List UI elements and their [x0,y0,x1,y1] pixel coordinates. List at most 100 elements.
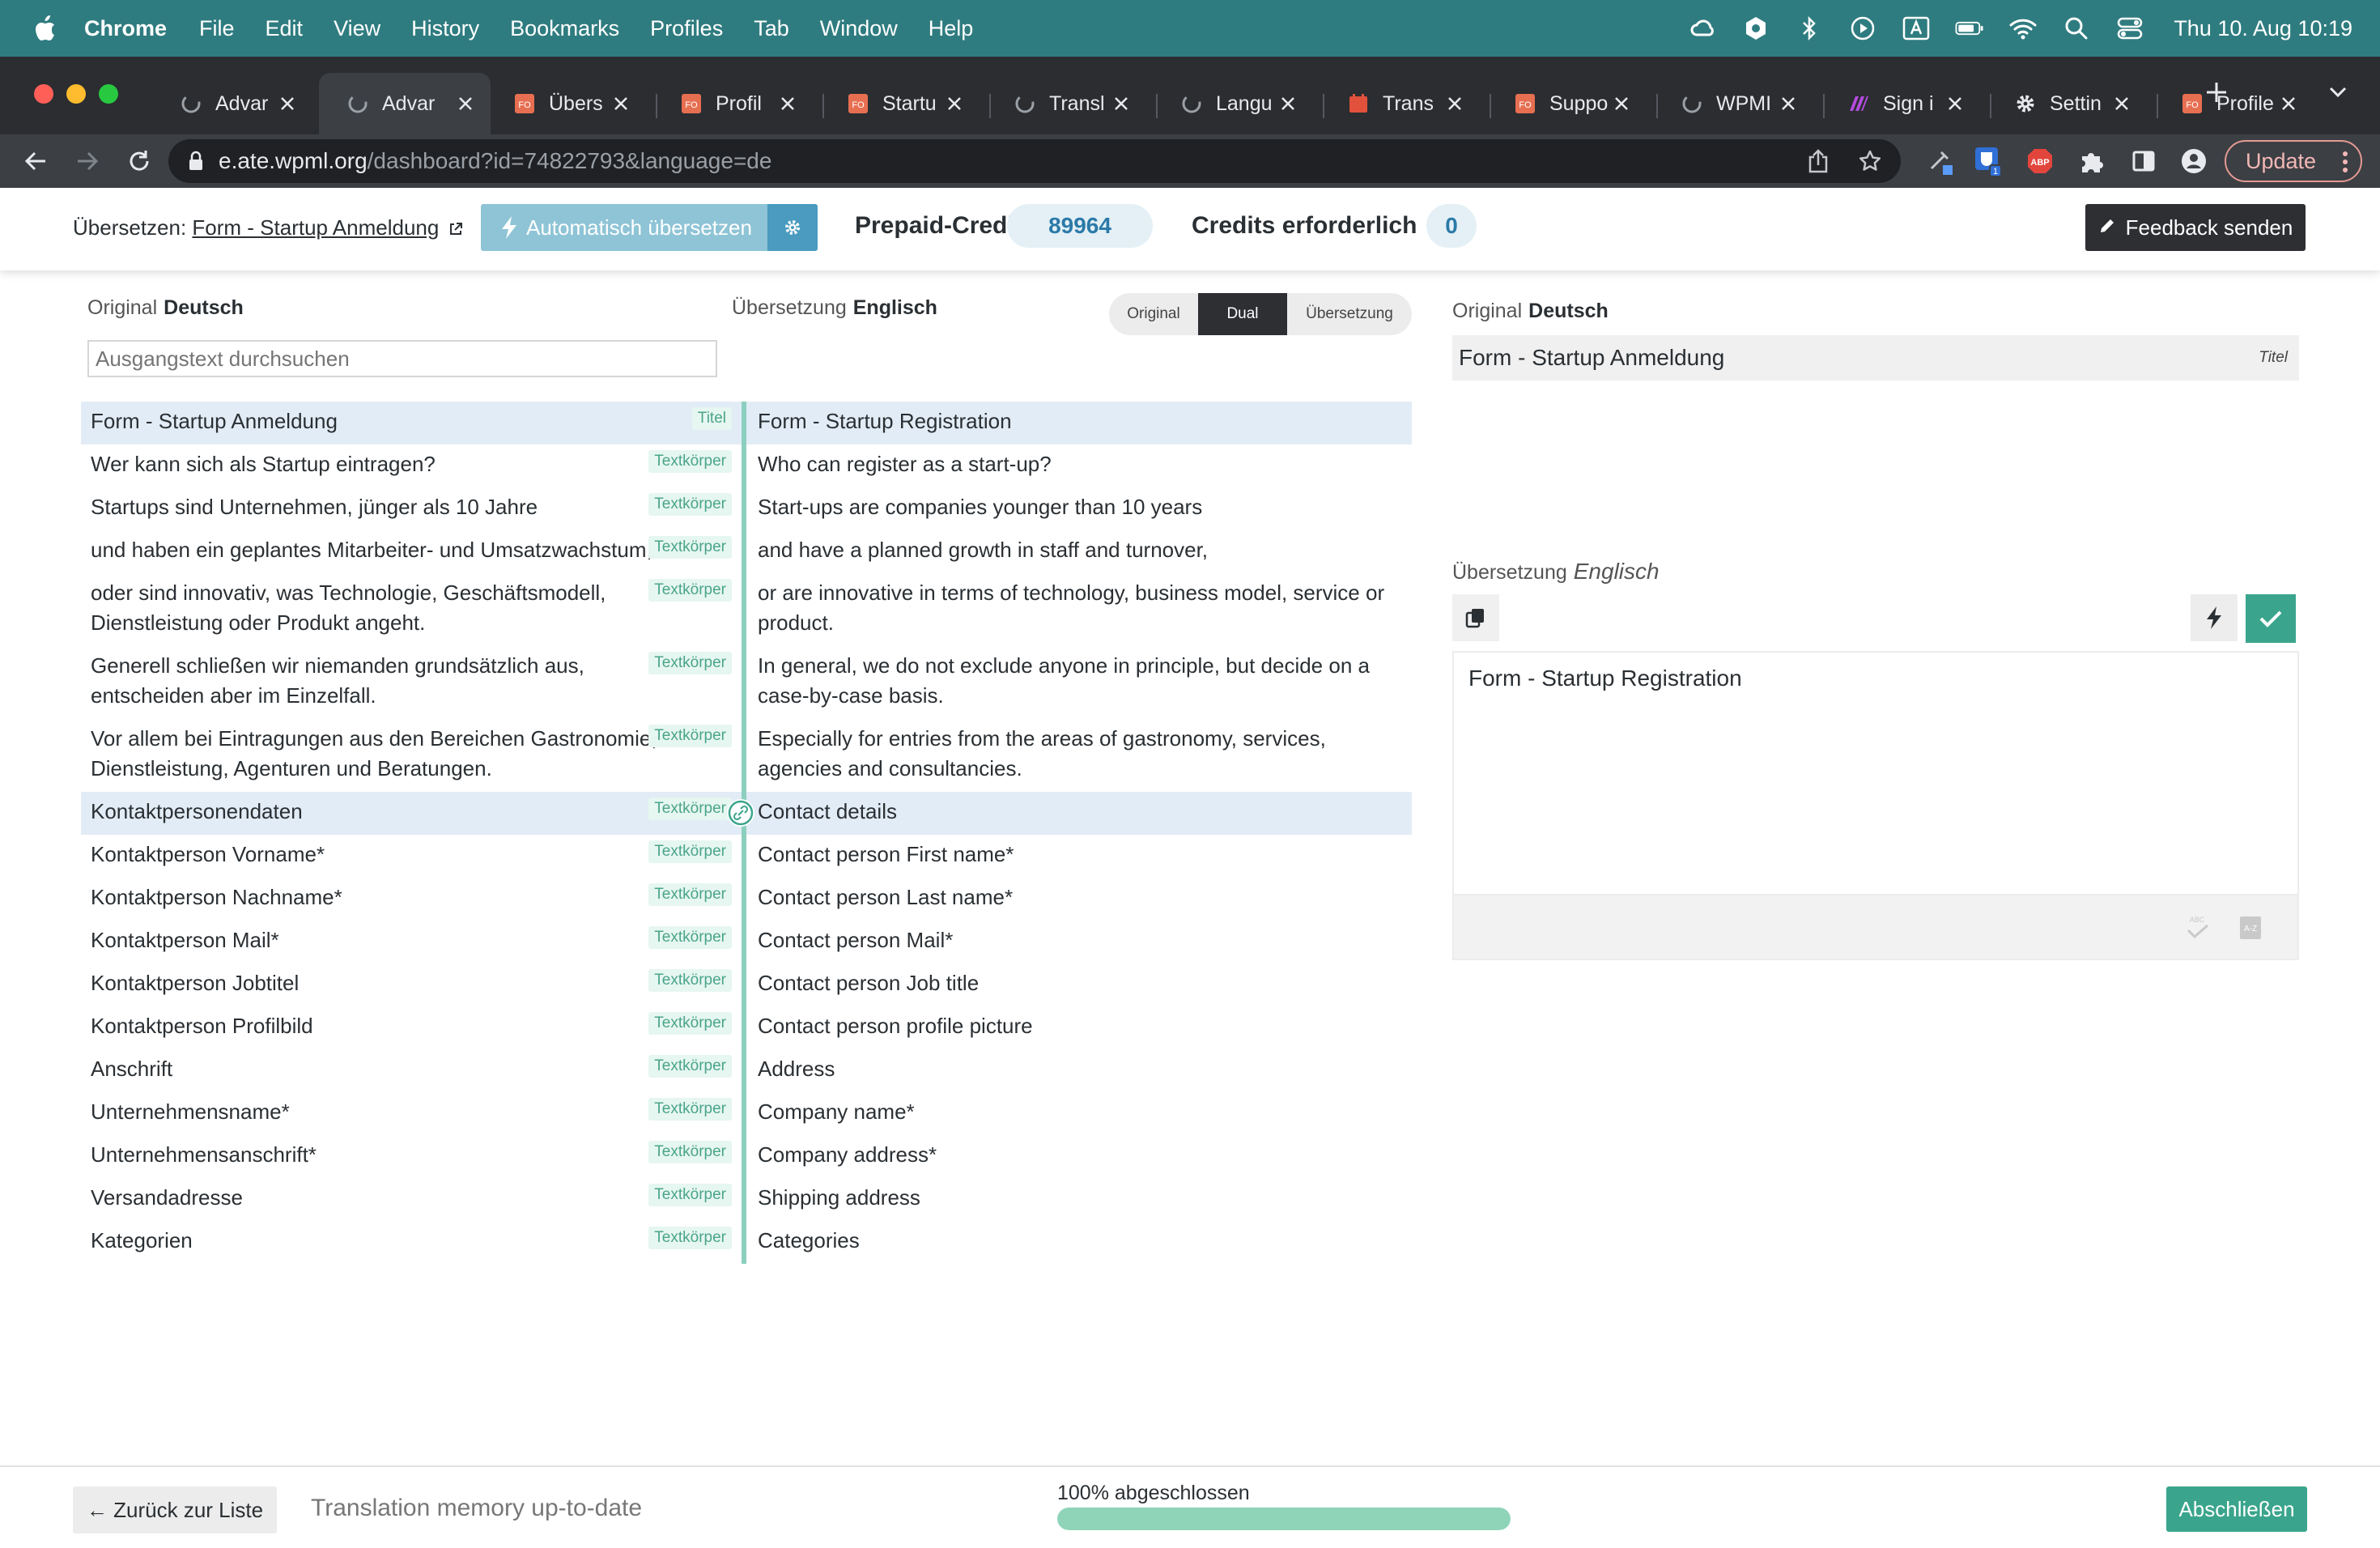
media-play-icon[interactable] [1848,14,1877,43]
segment-target[interactable]: Contact person Mail* [746,921,1412,963]
close-icon[interactable] [776,91,800,116]
segment-target[interactable]: Contact person Job title [746,963,1412,1006]
segment-target[interactable]: Company address* [746,1135,1412,1178]
eyedropper-extension-icon[interactable] [1925,145,1957,177]
segment-target[interactable]: Company name* [746,1092,1412,1135]
new-tab-button[interactable] [2199,74,2234,110]
segment-target[interactable]: Start-ups are companies younger than 10 … [746,487,1412,530]
browser-tab[interactable]: Sign i [1831,73,1980,134]
menubar-clock[interactable]: Thu 10. Aug 10:19 [2174,16,2352,41]
apple-menu-icon[interactable] [29,15,60,42]
segment-source[interactable]: Unternehmensanschrift* Textkörper [81,1135,742,1178]
browser-tab[interactable]: Settin [1998,73,2147,134]
browser-tab[interactable]: Trans [1331,73,1480,134]
segment-row[interactable]: Vor allem bei Eintragungen aus den Berei… [81,719,1412,792]
feedback-button[interactable]: Feedback senden [2085,204,2306,251]
share-icon[interactable] [1804,147,1833,176]
close-icon[interactable] [453,91,478,116]
creative-cloud-icon[interactable] [1688,14,1717,43]
menu-bookmarks[interactable]: Bookmarks [510,16,619,41]
machine-translate-lightning-icon[interactable] [2191,594,2238,641]
window-close-button[interactable] [34,84,53,104]
segment-target[interactable]: Categories [746,1221,1412,1264]
segment-row[interactable]: Anschrift Textkörper Address [81,1049,1412,1092]
menu-history[interactable]: History [411,16,479,41]
browser-tab[interactable]: Langu [1164,73,1313,134]
segment-row[interactable]: Kontaktperson Vorname* Textkörper Contact … [81,835,1412,878]
view-mode-translation[interactable]: Übersetzung [1287,293,1412,335]
browser-tab[interactable]: FO Profile [2165,73,2314,134]
forward-arrow-icon[interactable] [70,143,105,179]
source-search-input[interactable] [87,340,717,377]
segment-row[interactable]: Kontaktperson Mail* Textkörper Contact per… [81,921,1412,963]
menu-view[interactable]: View [334,16,380,41]
close-icon[interactable] [2110,91,2134,116]
segment-source[interactable]: Kontaktperson Mail* Textkörper [81,921,742,963]
segment-row[interactable]: Kategorien Textkörper Categories [81,1221,1412,1264]
window-minimize-button[interactable] [66,84,86,104]
browser-tab[interactable]: FO Profil [664,73,813,134]
spotlight-icon[interactable] [2062,14,2091,43]
close-icon[interactable] [1943,91,1967,116]
segment-source[interactable]: Anschrift Textkörper [81,1049,742,1092]
segment-target[interactable]: Contact person Last name* [746,878,1412,921]
spellcheck-icon[interactable]: ABC [2181,912,2213,944]
bookmark-star-icon[interactable] [1855,147,1885,176]
segment-source[interactable]: Kontaktpersonendaten Textkörper [81,792,742,835]
close-icon[interactable] [2276,91,2301,116]
segment-target[interactable]: Contact person profile picture [746,1006,1412,1049]
segment-source[interactable]: Unternehmensname* Textkörper [81,1092,742,1135]
segment-target[interactable]: Contact person First name* [746,835,1412,878]
translation-editor[interactable]: Form - Startup Registration [1452,651,2299,895]
segment-row[interactable]: Generell schließen wir niemanden grundsä… [81,646,1412,719]
browser-tab[interactable]: FO Übers [497,73,646,134]
segment-source[interactable]: Generell schließen wir niemanden grundsä… [81,646,742,719]
segment-row[interactable]: Wer kann sich als Startup eintragen? Text… [81,444,1412,487]
segment-source[interactable]: Form - Startup Anmeldung Titel [81,402,742,444]
back-to-list-button[interactable]: ← Zurück zur Liste [73,1486,277,1533]
browser-tab[interactable]: FO Startu [831,73,980,134]
more-vertical-icon[interactable] [2341,150,2349,180]
reload-icon[interactable] [121,143,157,179]
menu-help[interactable]: Help [929,16,974,41]
link-segments-icon[interactable] [727,799,754,827]
segment-row[interactable]: und haben ein geplantes Mitarbeiter- und… [81,530,1412,573]
document-link[interactable]: Form - Startup Anmeldung [192,215,439,240]
browser-tab[interactable]: WPMI [1664,73,1813,134]
close-icon[interactable] [1443,91,1467,116]
segment-source[interactable]: Kategorien Textkörper [81,1221,742,1264]
menu-edit[interactable]: Edit [266,16,304,41]
control-center-icon[interactable] [2115,14,2144,43]
segment-target[interactable]: Address [746,1049,1412,1092]
segment-target[interactable]: In general, we do not exclude anyone in … [746,646,1412,719]
close-icon[interactable] [1609,91,1634,116]
tab-search-chevron-down-icon[interactable] [2322,76,2354,108]
view-mode-dual[interactable]: Dual [1198,293,1287,335]
menu-file[interactable]: File [199,16,235,41]
menu-profiles[interactable]: Profiles [650,16,723,41]
segment-row[interactable]: Unternehmensname* Textkörper Company name* [81,1092,1412,1135]
segment-row[interactable]: Kontaktperson Nachname* Textkörper Contact… [81,878,1412,921]
browser-tab[interactable]: Transl [997,73,1146,134]
segment-row[interactable]: Form - Startup Anmeldung Titel Form - Star… [81,402,1412,444]
segment-source[interactable]: Kontaktperson Vorname* Textkörper [81,835,742,878]
side-panel-icon[interactable] [2127,145,2160,177]
finish-button[interactable]: Abschließen [2166,1486,2307,1532]
profile-avatar-icon[interactable] [2178,145,2210,177]
wifi-icon[interactable] [2008,14,2038,43]
vpn-icon[interactable] [1741,14,1770,43]
window-zoom-button[interactable] [99,84,118,104]
menu-app-name[interactable]: Chrome [84,16,167,41]
segment-source[interactable]: Startups sind Unternehmen, jünger als 10… [81,487,742,530]
segment-source[interactable]: Wer kann sich als Startup eintragen? Text… [81,444,742,487]
chrome-update-button[interactable]: Update [2225,140,2362,182]
browser-tab[interactable]: Advar [319,73,491,134]
adblock-plus-icon[interactable]: ABP [2024,145,2056,177]
extensions-puzzle-icon[interactable] [2076,145,2108,177]
segment-row[interactable]: Versandadresse Textkörper Shipping address [81,1178,1412,1221]
close-icon[interactable] [1776,91,1800,116]
battery-icon[interactable] [1955,14,1984,43]
close-icon[interactable] [609,91,633,116]
address-bar[interactable]: e.ate.wpml.org /dashboard?id=74822793&la… [168,139,1901,183]
browser-tab[interactable]: Advar [164,73,312,134]
